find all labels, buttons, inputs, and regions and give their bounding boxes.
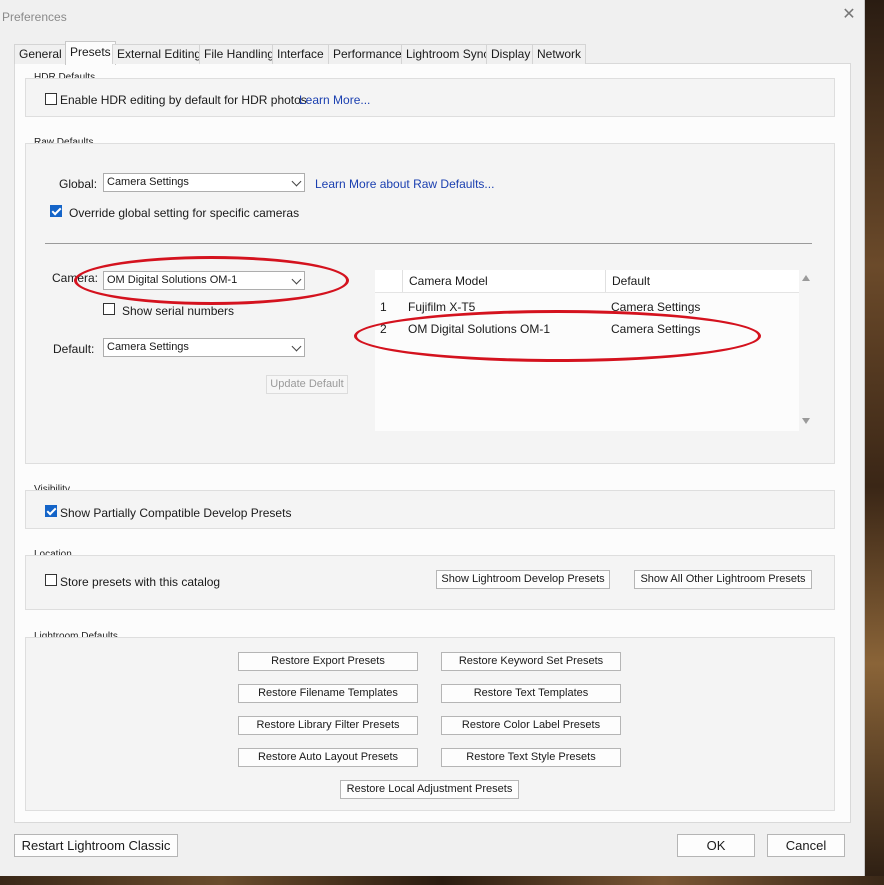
hdr-checkbox[interactable] (45, 93, 57, 105)
close-icon[interactable]: ✕ (841, 7, 857, 23)
restore-text-style-presets-button[interactable]: Restore Text Style Presets (441, 748, 621, 767)
restart-lightroom-button[interactable]: Restart Lightroom Classic (14, 834, 178, 857)
tab-general[interactable]: General (14, 44, 67, 64)
camera-label: Camera: (52, 271, 99, 285)
restore-export-presets-button[interactable]: Restore Export Presets (238, 652, 418, 671)
column-divider (402, 270, 403, 292)
chevron-down-icon (291, 176, 302, 187)
scroll-down-arrow-icon[interactable] (802, 418, 810, 424)
table-row[interactable]: 1 Fujifilm X-T5 Camera Settings (375, 296, 799, 318)
global-select[interactable]: Camera Settings (103, 173, 305, 192)
serial-checkbox-label: Show serial numbers (122, 304, 235, 318)
default-label: Default: (53, 342, 95, 356)
global-label: Global: (59, 177, 98, 191)
camera-select[interactable]: OM Digital Solutions OM-1 (103, 271, 305, 290)
restore-color-label-presets-button[interactable]: Restore Color Label Presets (441, 716, 621, 735)
restore-local-adjustment-presets-button[interactable]: Restore Local Adjustment Presets (340, 780, 519, 799)
tab-file-handling[interactable]: File Handling (199, 44, 280, 64)
location-checkbox[interactable] (45, 574, 57, 586)
tab-display[interactable]: Display (486, 44, 536, 64)
global-select-value: Camera Settings (107, 176, 189, 188)
ok-button[interactable]: OK (677, 834, 755, 857)
tab-external-editing[interactable]: External Editing (112, 44, 207, 64)
show-other-presets-button[interactable]: Show All Other Lightroom Presets (634, 570, 812, 589)
restore-text-templates-button[interactable]: Restore Text Templates (441, 684, 621, 703)
restore-auto-layout-presets-button[interactable]: Restore Auto Layout Presets (238, 748, 418, 767)
visibility-checkbox-label: Show Partially Compatible Develop Preset… (60, 506, 292, 520)
title-bar: Preferences ✕ (0, 0, 864, 32)
camera-defaults-table: Camera Model Default 1 Fujifilm X-T5 Cam… (375, 270, 799, 431)
hdr-checkbox-label: Enable HDR editing by default for HDR ph… (60, 93, 307, 107)
row-camera-model: Fujifilm X-T5 (408, 300, 476, 314)
update-default-button[interactable]: Update Default (266, 375, 348, 394)
default-select[interactable]: Camera Settings (103, 338, 305, 357)
visibility-checkbox[interactable] (45, 505, 57, 517)
preferences-dialog: Preferences ✕ General Presets External E… (0, 0, 865, 876)
column-default[interactable]: Default (612, 274, 650, 288)
table-header: Camera Model Default (375, 270, 799, 293)
window-title: Preferences (2, 10, 67, 24)
tab-interface[interactable]: Interface (272, 44, 329, 64)
column-divider (605, 270, 606, 292)
row-camera-model: OM Digital Solutions OM-1 (408, 322, 551, 336)
override-checkbox-label: Override global setting for specific cam… (69, 206, 300, 220)
background-photo-bottom (0, 876, 884, 885)
tab-network[interactable]: Network (532, 44, 587, 64)
hdr-learn-more-link[interactable]: Learn More... (299, 93, 370, 107)
serial-checkbox[interactable] (103, 303, 115, 315)
restore-library-filter-presets-button[interactable]: Restore Library Filter Presets (238, 716, 418, 735)
tab-lightroom-sync[interactable]: Lightroom Sync (401, 44, 495, 64)
row-number: 2 (380, 322, 387, 336)
restore-keyword-set-presets-button[interactable]: Restore Keyword Set Presets (441, 652, 621, 671)
override-checkbox[interactable] (50, 205, 62, 217)
row-default: Camera Settings (611, 300, 701, 314)
scroll-up-arrow-icon[interactable] (802, 275, 810, 281)
show-develop-presets-button[interactable]: Show Lightroom Develop Presets (436, 570, 610, 589)
chevron-down-icon (291, 274, 302, 285)
cancel-button[interactable]: Cancel (767, 834, 845, 857)
camera-select-value: OM Digital Solutions OM-1 (107, 274, 238, 286)
default-select-value: Camera Settings (107, 341, 189, 353)
row-number: 1 (380, 300, 387, 314)
tab-performance[interactable]: Performance (328, 44, 407, 64)
location-checkbox-label: Store presets with this catalog (60, 575, 221, 589)
restore-filename-templates-button[interactable]: Restore Filename Templates (238, 684, 418, 703)
raw-learn-more-link[interactable]: Learn More about Raw Defaults... (315, 177, 494, 191)
background-photo-right (862, 0, 884, 885)
chevron-down-icon (291, 341, 302, 352)
column-camera-model[interactable]: Camera Model (409, 274, 488, 288)
table-row[interactable]: 2 OM Digital Solutions OM-1 Camera Setti… (375, 318, 799, 340)
divider (45, 243, 812, 244)
row-default: Camera Settings (611, 322, 701, 336)
tab-presets[interactable]: Presets (65, 41, 116, 65)
